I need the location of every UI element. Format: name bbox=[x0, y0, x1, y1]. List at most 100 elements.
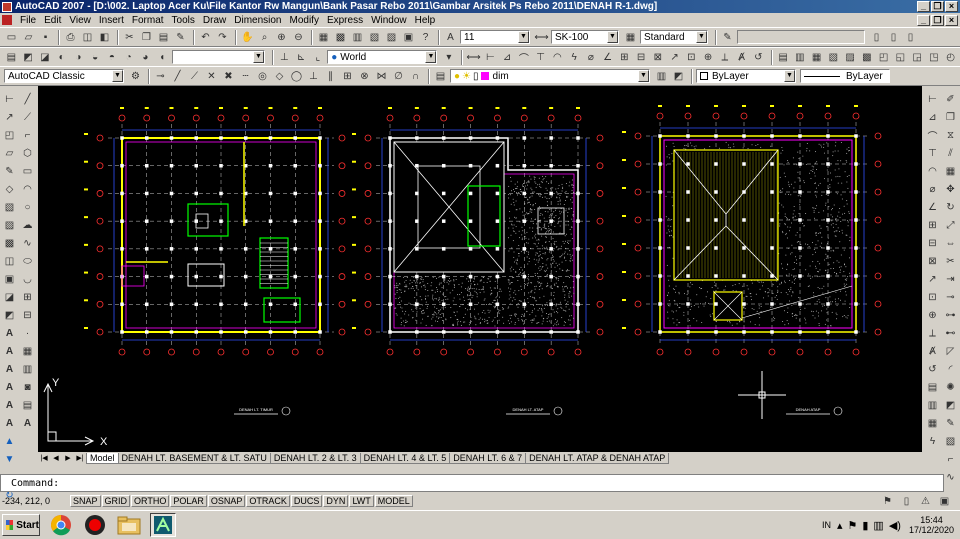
ellipse-arc-icon[interactable]: ◡ bbox=[20, 272, 35, 286]
snap-perpendicular-icon[interactable]: ⊥ bbox=[306, 69, 321, 84]
start-button[interactable]: Start bbox=[2, 514, 40, 536]
center-mark-side-icon[interactable]: ⊕ bbox=[925, 308, 940, 322]
express-web-icon[interactable]: ◲ bbox=[910, 50, 925, 65]
xref-tool-icon[interactable]: ▩ bbox=[2, 236, 17, 250]
mirror-tool-icon[interactable]: ⧖ bbox=[943, 128, 958, 142]
publish-icon[interactable]: ◧ bbox=[97, 30, 112, 45]
snap-midpoint-icon[interactable]: ⟋ bbox=[187, 69, 202, 84]
match-properties-icon[interactable]: ✎ bbox=[173, 30, 188, 45]
layer-previous-icon-2[interactable]: ◩ bbox=[671, 69, 686, 84]
zoom-realtime-icon[interactable]: ⌕ bbox=[257, 30, 272, 45]
drawing-canvas[interactable]: DENAH LT. TIMUR DENAH LT. ATAP DENAH ATA… bbox=[38, 86, 922, 452]
attribute-icon[interactable]: ▯ bbox=[903, 30, 918, 45]
language-indicator[interactable]: IN bbox=[822, 520, 831, 530]
comm-center-icon[interactable]: ⚑ bbox=[880, 494, 895, 509]
menu-format[interactable]: Format bbox=[128, 15, 168, 26]
close-button[interactable]: × bbox=[945, 1, 958, 12]
autocad-taskbar-icon[interactable] bbox=[150, 513, 176, 537]
pan-icon[interactable]: ✋ bbox=[240, 30, 255, 45]
polar-toggle[interactable]: POLAR bbox=[170, 495, 207, 507]
menu-draw[interactable]: Draw bbox=[199, 15, 230, 26]
snap-parallel-icon[interactable]: ∥ bbox=[323, 69, 338, 84]
extend-tool-icon[interactable]: ⇥ bbox=[943, 272, 958, 286]
rectangle-tool-icon[interactable]: ▭ bbox=[20, 164, 35, 178]
snap-intersection-icon[interactable]: ✕ bbox=[204, 69, 219, 84]
ucs-previous-icon[interactable]: ⌞ bbox=[311, 50, 326, 65]
express-layout-icon[interactable]: ▦ bbox=[809, 50, 824, 65]
construction-line-icon[interactable]: ⟋ bbox=[20, 110, 35, 124]
multiline-text-icon[interactable]: A bbox=[20, 416, 35, 430]
chevron-down-icon[interactable]: ▼ bbox=[696, 31, 707, 43]
print-icon[interactable]: ⎙ bbox=[63, 30, 78, 45]
layer-off-icon[interactable]: ◐ bbox=[54, 50, 69, 65]
spline-edit-icon[interactable]: ∿ bbox=[943, 470, 958, 484]
layer-select[interactable]: ● ☀ ▯ dim ▼ bbox=[450, 69, 650, 83]
view-select[interactable]: ▼ bbox=[172, 50, 266, 64]
table-style-select[interactable]: Standard ▼ bbox=[640, 30, 708, 44]
express-block-icon[interactable]: ▤ bbox=[776, 50, 791, 65]
link-tool-icon[interactable]: ◪ bbox=[2, 290, 17, 304]
snap-none-icon[interactable]: ∅ bbox=[391, 69, 406, 84]
layer-previous-icon[interactable]: ◩ bbox=[21, 50, 36, 65]
model-toggle[interactable]: MODEL bbox=[375, 495, 413, 507]
dim-linear-side-icon[interactable]: ⊢ bbox=[925, 92, 940, 106]
dim-ordinate-side-icon[interactable]: ⊤ bbox=[925, 146, 940, 160]
lock-toolbars-icon[interactable]: ▯ bbox=[899, 494, 914, 509]
line-tool-icon[interactable]: ╱ bbox=[20, 92, 35, 106]
menu-window[interactable]: Window bbox=[367, 15, 411, 26]
dim-aligned-side-icon[interactable]: ⊿ bbox=[925, 110, 940, 124]
sheet-set-icon[interactable]: ▧ bbox=[367, 30, 382, 45]
dyn-toggle[interactable]: DYN bbox=[323, 495, 348, 507]
layer-unlock-icon[interactable]: ◓ bbox=[105, 50, 120, 65]
otrack-toggle[interactable]: OTRACK bbox=[246, 495, 290, 507]
doc-minimize-button[interactable]: _ bbox=[917, 15, 930, 26]
text-edit-tool-icon[interactable]: A bbox=[2, 362, 17, 376]
dim-continue-icon[interactable]: ⊠ bbox=[650, 50, 665, 65]
break-point-icon[interactable]: ⊸ bbox=[943, 290, 958, 304]
dtext-tool-icon[interactable]: A bbox=[2, 344, 17, 358]
erase-tool-icon[interactable]: ✐ bbox=[943, 92, 958, 106]
menu-help[interactable]: Help bbox=[411, 15, 440, 26]
text-tool-icon[interactable]: ✎ bbox=[2, 164, 17, 178]
point-tool-icon[interactable]: · bbox=[20, 326, 35, 340]
menu-view[interactable]: View bbox=[65, 15, 95, 26]
osnap-toggle[interactable]: OSNAP bbox=[208, 495, 246, 507]
tab-prev-icon[interactable]: ◀ bbox=[50, 453, 62, 464]
open-folder-icon[interactable]: ▱ bbox=[21, 30, 36, 45]
explode-tool-icon[interactable]: ✺ bbox=[943, 380, 958, 394]
dim-baseline-side-icon[interactable]: ⊟ bbox=[925, 236, 940, 250]
table-tool-icon[interactable]: ▤ bbox=[20, 398, 35, 412]
layer-number-select[interactable]: 11 ▼ bbox=[460, 30, 530, 44]
snap-endpoint-icon[interactable]: ╱ bbox=[170, 69, 185, 84]
workspace-settings-icon[interactable]: ⚙ bbox=[128, 69, 143, 84]
arc-tool-icon[interactable]: ◠ bbox=[20, 182, 35, 196]
express-draw-icon[interactable]: ◰ bbox=[876, 50, 891, 65]
cut-icon[interactable]: ✂ bbox=[122, 30, 137, 45]
layer-isolate-icon[interactable]: ◪ bbox=[38, 50, 53, 65]
network-icon[interactable]: ▥ bbox=[873, 519, 883, 532]
lwt-toggle[interactable]: LWT bbox=[349, 495, 373, 507]
dim-diameter-side-icon[interactable]: ⌀ bbox=[925, 182, 940, 196]
ole-tool-icon[interactable]: ◫ bbox=[2, 254, 17, 268]
snap-center-icon[interactable]: ◎ bbox=[255, 69, 270, 84]
dim-update-side-icon[interactable]: ↺ bbox=[925, 362, 940, 376]
array-tool-icon[interactable]: ▦ bbox=[943, 164, 958, 178]
layer-freeze-icon[interactable]: ◑ bbox=[71, 50, 86, 65]
text-style-icon[interactable]: A bbox=[443, 30, 458, 45]
layer-manager-icon[interactable]: ▤ bbox=[433, 69, 448, 84]
layer-match-icon[interactable]: ◖ bbox=[155, 50, 170, 65]
snap-toggle[interactable]: SNAP bbox=[70, 495, 101, 507]
tab-lt2-lt3[interactable]: DENAH LT. 2 & LT. 3 bbox=[270, 453, 361, 464]
dim-diameter-icon[interactable]: ⌀ bbox=[583, 50, 598, 65]
ortho-toggle[interactable]: ORTHO bbox=[131, 495, 169, 507]
undo-icon[interactable]: ↶ bbox=[198, 30, 213, 45]
rotate-tool-icon[interactable]: ↻ bbox=[943, 200, 958, 214]
zoom-previous-icon[interactable]: ⊖ bbox=[291, 30, 306, 45]
circle-tool-icon[interactable]: ○ bbox=[20, 200, 35, 214]
new-file-icon[interactable]: ▭ bbox=[4, 30, 19, 45]
dim-radius-icon[interactable]: ◠ bbox=[550, 50, 565, 65]
ellipse-tool-icon[interactable]: ⬭ bbox=[20, 254, 35, 268]
ucs-select[interactable]: ● World ▼ bbox=[327, 50, 437, 64]
grid-toggle[interactable]: GRID bbox=[102, 495, 131, 507]
menu-file[interactable]: File bbox=[16, 15, 40, 26]
